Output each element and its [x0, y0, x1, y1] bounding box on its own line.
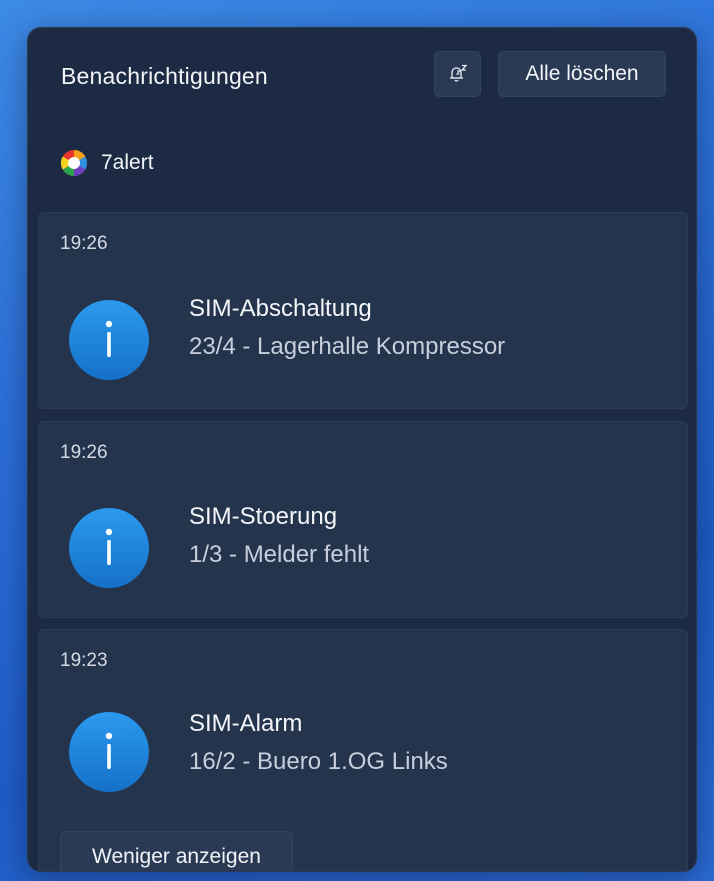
notification-card[interactable]: 19:26 SIM-Abschaltung 23/4 - Lagerhalle … [38, 212, 688, 409]
do-not-disturb-button[interactable] [434, 51, 481, 97]
notification-title: SIM-Stoerung [189, 503, 338, 530]
info-icon [69, 712, 149, 792]
notification-title: SIM-Alarm [189, 710, 303, 737]
app-group-header: 7alert [59, 146, 154, 180]
info-icon [69, 300, 149, 380]
notification-body: 1/3 - Melder fehlt [189, 541, 370, 568]
show-less-button[interactable]: Weniger anzeigen [60, 831, 293, 871]
notification-body: 16/2 - Buero 1.OG Links [189, 748, 448, 775]
app-name-label: 7alert [101, 151, 154, 174]
notification-center-panel: Benachrichtigungen Alle löschen 7alert 1… [27, 27, 697, 872]
clear-all-button[interactable]: Alle löschen [498, 51, 666, 97]
notification-center-title: Benachrichtigungen [61, 63, 268, 89]
notification-header: Benachrichtigungen Alle löschen [28, 28, 696, 128]
snooze-bell-icon [449, 64, 467, 82]
notification-time: 19:26 [60, 233, 108, 254]
info-icon [69, 508, 149, 588]
notification-card[interactable]: 19:26 SIM-Stoerung 1/3 - Melder fehlt [38, 421, 688, 618]
7alert-logo-icon [60, 149, 88, 177]
notification-body: 23/4 - Lagerhalle Kompressor [189, 333, 506, 360]
notification-title: SIM-Abschaltung [189, 295, 372, 322]
notification-time: 19:23 [60, 650, 108, 671]
notification-time: 19:26 [60, 442, 108, 463]
